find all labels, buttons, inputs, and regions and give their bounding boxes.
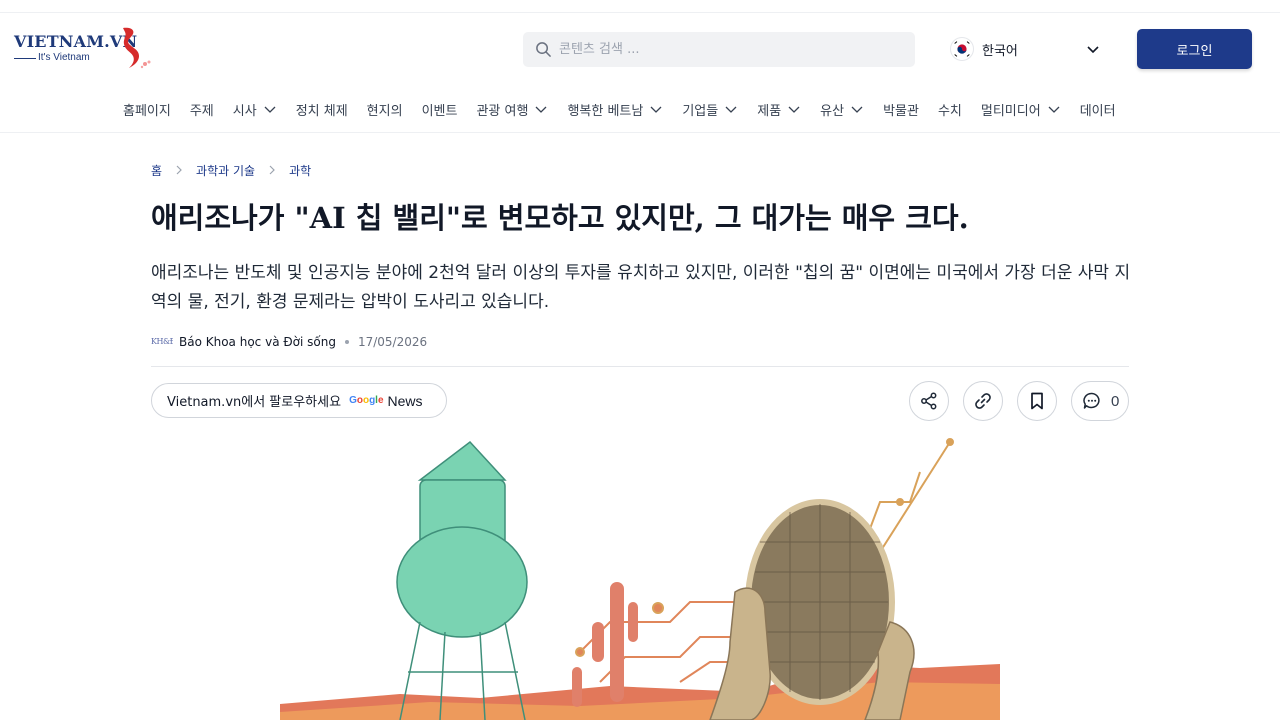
nav-item[interactable]: 수치 [938,100,962,119]
nav-item-label: 홈페이지 [123,103,171,119]
chevron-down-icon [264,106,276,113]
nav-item-label: 유산 [820,103,845,119]
nav-item-label: 수치 [937,103,962,119]
bookmark-icon [1031,392,1043,410]
nav-item[interactable]: 정치 체제 [296,100,348,119]
comment-icon [1083,392,1100,409]
nav-item-label: 박물관 [883,103,919,119]
nav-item[interactable]: 주제 [190,100,214,119]
vietnam-map-icon [123,27,151,69]
comment-count: 0 [1111,392,1120,410]
chevron-right-icon [176,165,182,175]
nav-item[interactable]: 데이터 [1080,100,1116,119]
nav-item[interactable]: 멀티미디어 [981,100,1061,119]
nav-item[interactable]: 관광 여행 [476,100,548,119]
nav-item-label: 행복한 베트남 [567,103,644,119]
nav-item-label: 데이터 [1079,103,1116,119]
nav-item[interactable]: 이벤트 [422,100,458,119]
link-icon [975,393,991,409]
chevron-down-icon [725,106,737,113]
breadcrumb-science-tech[interactable]: 과학과 기술 [196,162,255,179]
news-label: News [387,392,423,409]
follow-google-news-button[interactable]: Vietnam.vn에서 팔로우하세요 Google News [151,383,447,418]
bookmark-button[interactable] [1017,381,1057,421]
article-summary: 애리조나는 반도체 및 인공지능 분야에 2천억 달러 이상의 투자를 유치하고… [151,263,1131,312]
google-logo: Google [349,395,384,406]
breadcrumb: 홈 과학과 기술 과학 [151,161,311,179]
article-byline: KH&ĐS Báo Khoa học và Đời sống 17/05/202… [151,333,427,351]
nav-list: 홈페이지 주제 시사 정치 체제 현지의 이벤트 관광 여행 행복한 베트남 기업들 제품 유산 박물… [123,88,1116,130]
site-logo[interactable]: VIETNAM.VN It's Vietnam [14,26,156,72]
nav-item[interactable]: 홈페이지 [123,100,171,119]
water-tower-illustration [396,440,528,720]
chevron-down-icon [650,106,662,113]
follow-label: Vietnam.vn에서 팔로우하세요 [167,395,342,410]
search-icon [536,42,551,57]
chevron-down-icon [788,106,800,113]
share-button[interactable] [909,381,949,421]
nav-item-label: 주제 [189,103,214,119]
chevron-down-icon [535,106,547,113]
login-button[interactable]: 로그인 [1137,29,1252,69]
main-nav: 홈페이지 주제 시사 정치 체제 현지의 이벤트 관광 여행 행복한 베트남 기업들 제품 유산 박물… [0,88,1280,133]
search-box[interactable] [523,32,915,67]
chevron-right-icon [269,165,275,175]
nav-item[interactable]: 박물관 [883,100,919,119]
nav-item[interactable]: 제품 [757,100,801,119]
nav-item[interactable]: 기업들 [682,100,738,119]
top-strip [0,0,1280,13]
breadcrumb-science[interactable]: 과학 [289,162,311,179]
publisher-logo: KH&ĐS [151,337,173,346]
nav-item-label: 시사 [232,103,257,119]
nav-item[interactable]: 행복한 베트남 [567,100,663,119]
publish-date: 17/05/2026 [357,335,428,349]
nav-item-label: 멀티미디어 [980,103,1041,119]
article-hero-image [280,438,1000,720]
chevron-down-icon [1087,46,1099,54]
nav-item-label: 관광 여행 [476,103,529,119]
nav-item-label: 제품 [757,103,782,119]
language-selector[interactable]: 한국어 [950,36,1105,62]
nav-item[interactable]: 유산 [820,100,864,119]
search-input[interactable] [559,32,899,67]
separator-dot [344,340,349,344]
nav-item-label: 정치 체제 [295,103,348,119]
chevron-down-icon [1048,106,1060,113]
comments-button[interactable]: 0 [1071,381,1129,421]
chevron-down-icon [851,106,863,113]
breadcrumb-home[interactable]: 홈 [151,162,162,179]
logo-underline [14,58,36,59]
nav-item[interactable]: 현지의 [367,100,403,119]
nav-item[interactable]: 시사 [233,100,277,119]
share-icon [921,392,937,410]
nav-item-label: 이벤트 [421,103,458,119]
divider [151,366,1129,367]
copy-link-button[interactable] [963,381,1003,421]
nav-item-label: 기업들 [682,103,719,119]
article-title: 애리조나가 "AI 칩 밸리"로 변모하고 있지만, 그 대가는 매우 크다. [151,201,969,235]
logo-tagline: It's Vietnam [38,52,90,63]
publisher-name[interactable]: Báo Khoa học và Đời sống [179,335,336,349]
language-label: 한국어 [982,44,1018,59]
korea-flag-icon [950,37,974,61]
nav-item-label: 현지의 [366,103,403,119]
